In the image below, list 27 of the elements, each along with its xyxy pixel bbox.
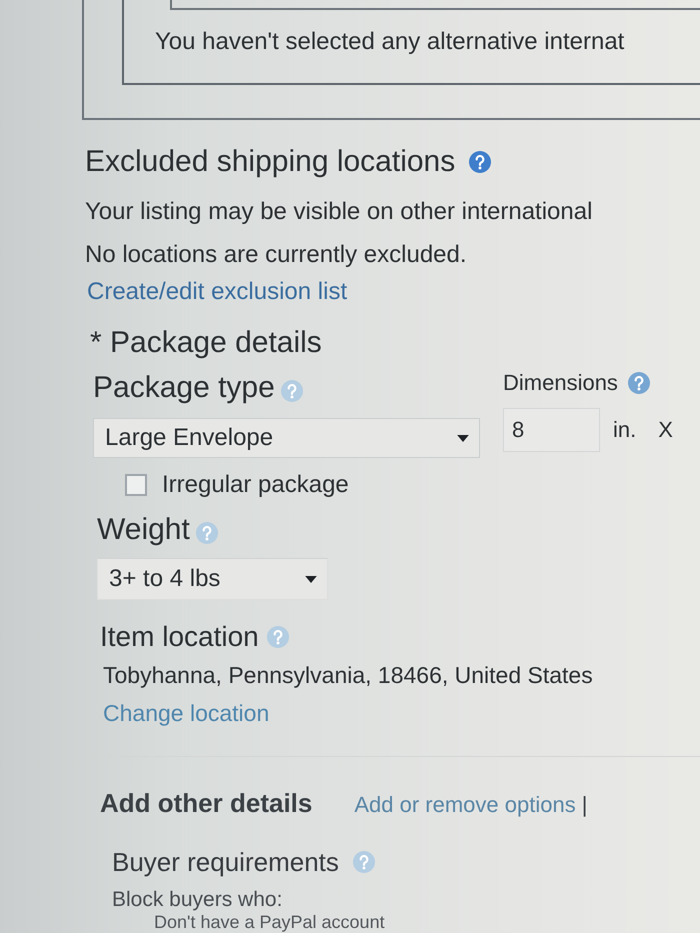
address-text: Tobyhanna, Pennsylvania, 18466, United States — [102, 661, 594, 690]
exclusion-list-link[interactable]: Create/edit exclusion list — [87, 278, 348, 306]
section-title: * Package details — [90, 325, 323, 361]
requirement-text: Don't have a PayPal account — [154, 912, 386, 932]
times-sign: X — [658, 417, 673, 443]
checkbox-label: Irregular package — [162, 470, 349, 500]
help-icon[interactable] — [628, 372, 650, 394]
status-text: No locations are currently excluded. — [85, 241, 468, 269]
field-label: Dimensions — [503, 369, 618, 397]
caret-icon — [457, 434, 469, 442]
section-title: Add other details — [100, 787, 312, 819]
intro-text: Block buyers who: — [112, 888, 284, 912]
message-text: You haven't selected any alternative internat — [155, 27, 626, 57]
weight-select[interactable]: 3+ to 4 lbs — [97, 558, 328, 600]
help-icon[interactable] — [469, 151, 492, 173]
package-type-select[interactable]: Large Envelope — [93, 418, 480, 458]
checkbox[interactable] — [125, 474, 147, 496]
section-title: Buyer requirements — [112, 846, 339, 878]
section-title: Item location — [100, 620, 259, 654]
link-separator: | — [582, 792, 588, 818]
field-label: Weight — [97, 512, 190, 548]
unit-text: in. — [613, 417, 636, 443]
note-text: Your listing may be visible on other international — [85, 198, 594, 226]
caret-icon — [305, 576, 317, 582]
field-label: Package type — [93, 370, 275, 406]
length-field[interactable]: 8 — [503, 408, 600, 452]
section-title: Excluded shipping locations — [85, 144, 456, 180]
